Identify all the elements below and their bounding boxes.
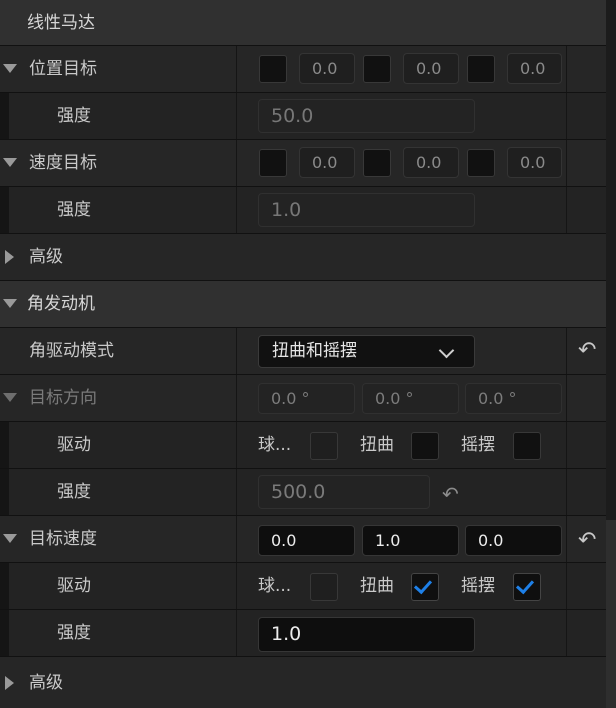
position-z-enable-checkbox[interactable] — [467, 55, 495, 83]
category-title: 线性马达 — [27, 13, 95, 33]
collapse-arrow-icon[interactable] — [5, 250, 14, 264]
position-strength-row: 强度 50.0 — [0, 93, 606, 139]
scrollbar[interactable] — [606, 520, 616, 708]
property-label: 高级 — [29, 673, 63, 693]
linear-advanced-row[interactable]: 高级 — [0, 234, 606, 280]
checkmark-icon — [413, 575, 433, 595]
expand-arrow-icon[interactable] — [3, 299, 17, 308]
velocity-strength-field[interactable]: 1.0 — [258, 193, 475, 227]
velocity-x-field[interactable]: 0.0 — [258, 525, 355, 556]
velocity-strength-field[interactable]: 1.0 — [258, 617, 475, 652]
orientation-z-field[interactable]: 0.0 ° — [465, 383, 562, 414]
chevron-down-icon — [438, 342, 455, 359]
target-orientation-row: 目标方向 0.0 ° 0.0 ° 0.0 ° — [0, 375, 606, 421]
twist-checkbox[interactable] — [411, 573, 439, 601]
swing-label: 摇摆 — [461, 435, 495, 455]
property-label: 驱动 — [57, 435, 91, 455]
velocity-z-field[interactable]: 0.0 — [465, 525, 562, 556]
property-label: 角驱动模式 — [29, 341, 114, 361]
swing-checkbox[interactable] — [513, 432, 541, 460]
velocity-y-field[interactable]: 1.0 — [362, 525, 459, 556]
property-label: 速度目标 — [29, 153, 97, 173]
expand-arrow-icon[interactable] — [3, 534, 17, 543]
velocity-strength-row: 强度 1.0 — [0, 610, 606, 656]
swing-checkbox[interactable] — [513, 573, 541, 601]
twist-label: 扭曲 — [360, 576, 394, 596]
slerp-label: 球... — [258, 576, 292, 596]
property-label: 强度 — [57, 482, 91, 502]
property-label: 驱动 — [57, 576, 91, 596]
slerp-label: 球... — [258, 435, 292, 455]
collapse-arrow-icon[interactable] — [5, 676, 14, 690]
property-label: 位置目标 — [29, 59, 97, 79]
property-label: 目标速度 — [29, 529, 97, 549]
property-label: 强度 — [57, 106, 91, 126]
twist-checkbox[interactable] — [411, 432, 439, 460]
position-x-enable-checkbox[interactable] — [259, 55, 287, 83]
position-strength-field[interactable]: 50.0 — [258, 99, 475, 133]
velocity-z-enable-checkbox[interactable] — [467, 149, 495, 177]
position-target-row: 位置目标 0.0 0.0 0.0 — [0, 46, 606, 92]
drive-mode-row: 角驱动模式 扭曲和摇摆 ↶ — [0, 328, 606, 374]
angular-motor-category[interactable]: 角发动机 — [0, 281, 606, 327]
orientation-drive-row: 驱动 球... 扭曲 摇摆 — [0, 422, 606, 468]
orientation-strength-row: 强度 500.0 ↶ — [0, 469, 606, 515]
property-label: 强度 — [57, 200, 91, 220]
position-z-field[interactable]: 0.0 — [507, 53, 562, 84]
dropdown-value: 扭曲和摇摆 — [272, 341, 357, 361]
property-label: 强度 — [57, 623, 91, 643]
velocity-y-field[interactable]: 0.0 — [403, 147, 459, 178]
reset-arrow-icon[interactable]: ↶ — [442, 483, 459, 505]
orientation-y-field[interactable]: 0.0 ° — [362, 383, 459, 414]
position-x-field[interactable]: 0.0 — [299, 53, 355, 84]
slerp-checkbox[interactable] — [310, 432, 338, 460]
position-y-field[interactable]: 0.0 — [403, 53, 459, 84]
velocity-strength-row: 强度 1.0 — [0, 187, 606, 233]
orientation-strength-field[interactable]: 500.0 — [258, 475, 430, 509]
reset-arrow-icon[interactable]: ↶ — [578, 340, 596, 362]
property-label: 目标方向 — [29, 388, 97, 408]
swing-label: 摇摆 — [461, 576, 495, 596]
expand-arrow-icon[interactable] — [3, 158, 17, 167]
slerp-checkbox[interactable] — [310, 573, 338, 601]
drive-mode-dropdown[interactable]: 扭曲和摇摆 — [258, 335, 475, 368]
property-label: 高级 — [29, 247, 63, 267]
angular-advanced-row[interactable]: 高级 — [0, 657, 606, 708]
velocity-z-field[interactable]: 0.0 — [507, 147, 562, 178]
reset-arrow-icon[interactable]: ↶ — [578, 530, 596, 552]
expand-arrow-icon[interactable] — [3, 64, 17, 73]
linear-motor-category[interactable]: 线性马达 — [0, 0, 606, 46]
velocity-target-row: 速度目标 0.0 0.0 0.0 — [0, 140, 606, 186]
target-velocity-row: 目标速度 0.0 1.0 0.0 ↶ — [0, 516, 606, 562]
orientation-x-field[interactable]: 0.0 ° — [258, 383, 355, 414]
position-y-enable-checkbox[interactable] — [363, 55, 391, 83]
velocity-drive-row: 驱动 球... 扭曲 摇摆 — [0, 563, 606, 609]
twist-label: 扭曲 — [360, 435, 394, 455]
checkmark-icon — [515, 575, 535, 595]
velocity-y-enable-checkbox[interactable] — [363, 149, 391, 177]
expand-arrow-icon[interactable] — [3, 393, 17, 402]
velocity-x-field[interactable]: 0.0 — [299, 147, 355, 178]
category-title: 角发动机 — [27, 294, 95, 314]
velocity-x-enable-checkbox[interactable] — [259, 149, 287, 177]
